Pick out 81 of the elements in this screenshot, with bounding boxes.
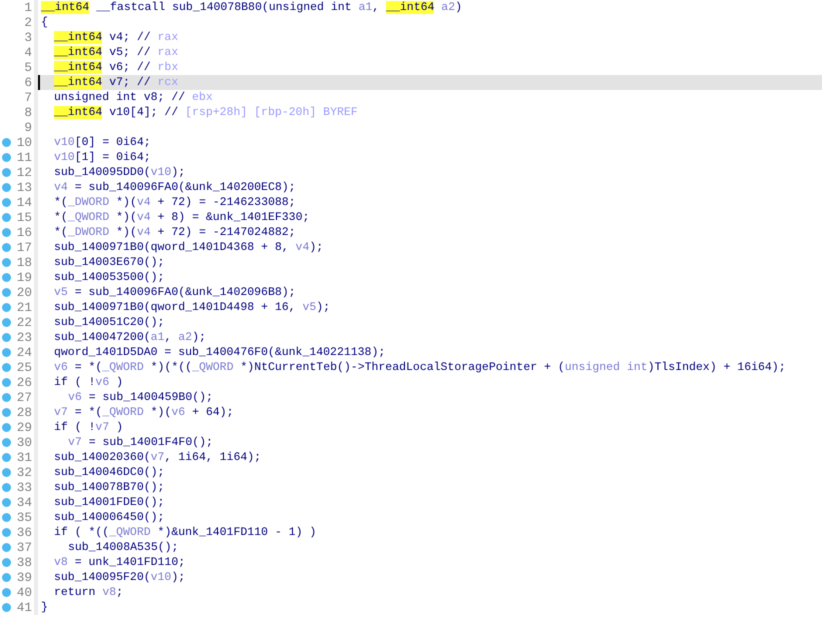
code-line: sub_140095DD0(v10); bbox=[54, 165, 186, 180]
line-number: 9 bbox=[23, 120, 33, 135]
code-line: sub_140078B70(); bbox=[54, 480, 164, 495]
line-number: 16 bbox=[16, 225, 33, 240]
code-line: sub_140053500(); bbox=[54, 270, 164, 285]
line-number: 6 bbox=[23, 75, 33, 90]
code-line: v7 = sub_14001F4F0(); bbox=[68, 435, 213, 450]
code-line: sub_14008A535(); bbox=[68, 540, 178, 555]
line-number: 31 bbox=[16, 450, 33, 465]
code-line: sub_140047200(a1, a2); bbox=[54, 330, 206, 345]
code-line: __int64 v6; // rbx bbox=[54, 60, 178, 75]
line-number: 41 bbox=[16, 600, 33, 615]
code-line: } bbox=[41, 600, 48, 615]
code-line: __int64 v5; // rax bbox=[54, 45, 178, 60]
line-number: 36 bbox=[16, 525, 33, 540]
code-line: return v8; bbox=[54, 585, 124, 600]
line-number: 5 bbox=[23, 60, 33, 75]
code-line: if ( *((_QWORD *)&unk_1401FD110 - 1) ) bbox=[54, 525, 316, 540]
line-number: 34 bbox=[16, 495, 33, 510]
line-number: 11 bbox=[16, 150, 33, 165]
code-line: sub_1400971B0(qword_1401D4368 + 8, v4); bbox=[54, 240, 324, 255]
line-number: 17 bbox=[16, 240, 33, 255]
line-number: 32 bbox=[16, 465, 33, 480]
line-number: 30 bbox=[16, 435, 33, 450]
code-line: if ( !v7 ) bbox=[54, 420, 124, 435]
line-number: 1 bbox=[23, 0, 33, 15]
line-number: 22 bbox=[16, 315, 33, 330]
line-number: 37 bbox=[16, 540, 33, 555]
code-line: sub_140006450(); bbox=[54, 510, 164, 525]
line-number: 26 bbox=[16, 375, 33, 390]
code-line: v7 = *(_QWORD *)(v6 + 64); bbox=[54, 405, 234, 420]
line-number: 23 bbox=[16, 330, 33, 345]
line-number: 15 bbox=[16, 210, 33, 225]
code-line: *(_DWORD *)(v4 + 72) = -2146233088; bbox=[54, 195, 296, 210]
code-line: v6 = *(_QWORD *)(*((_QWORD *)NtCurrentTeb()->ThreadLocalStoragePointer + (unsigned int)TlsIndex) + 16i64); bbox=[54, 360, 786, 375]
line-number: 25 bbox=[16, 360, 33, 375]
code-line: *(_QWORD *)(v4 + 8) = &unk_1401EF330; bbox=[54, 210, 310, 225]
code-line: v10[0] = 0i64; bbox=[54, 135, 151, 150]
code-line: v10[1] = 0i64; bbox=[54, 150, 151, 165]
code-line: sub_140051C20(); bbox=[54, 315, 164, 330]
line-number: 14 bbox=[16, 195, 33, 210]
line-number: 38 bbox=[16, 555, 33, 570]
line-number: 7 bbox=[23, 90, 33, 105]
code-line: __int64 v7; // rcx bbox=[54, 75, 178, 90]
code-line: *(_DWORD *)(v4 + 72) = -2147024882; bbox=[54, 225, 296, 240]
code-line: sub_1400971B0(qword_1401D4498 + 16, v5); bbox=[54, 300, 330, 315]
line-number: 19 bbox=[16, 270, 33, 285]
code-line: sub_140095F20(v10); bbox=[54, 570, 186, 585]
code-line: v8 = unk_1401FD110; bbox=[54, 555, 186, 570]
code-line: v6 = sub_1400459B0(); bbox=[68, 390, 213, 405]
code-line: sub_140020360(v7, 1i64, 1i64); bbox=[54, 450, 262, 465]
code-line: unsigned int v8; // ebx bbox=[54, 90, 213, 105]
line-number: 29 bbox=[16, 420, 33, 435]
line-number: 10 bbox=[16, 135, 33, 150]
code-line: v4 = sub_140096FA0(&unk_140200EC8); bbox=[54, 180, 296, 195]
line-number: 8 bbox=[23, 105, 33, 120]
code-line: sub_140046DC0(); bbox=[54, 465, 164, 480]
code-line: sub_14001FDE0(); bbox=[54, 495, 164, 510]
code-line: { bbox=[41, 15, 48, 30]
code-line: if ( !v6 ) bbox=[54, 375, 124, 390]
code-line: sub_14003E670(); bbox=[54, 255, 164, 270]
line-number: 20 bbox=[16, 285, 33, 300]
line-number: 40 bbox=[16, 585, 33, 600]
line-number: 2 bbox=[23, 15, 33, 30]
line-number: 3 bbox=[23, 30, 33, 45]
code-line: __int64 v4; // rax bbox=[54, 30, 178, 45]
line-number: 27 bbox=[16, 390, 33, 405]
line-number: 24 bbox=[16, 345, 33, 360]
line-number: 21 bbox=[16, 300, 33, 315]
line-number: 33 bbox=[16, 480, 33, 495]
code-line: __int64 v10[4]; // [rsp+28h] [rbp-20h] BYREF bbox=[54, 105, 358, 120]
line-number: 28 bbox=[16, 405, 33, 420]
line-number: 4 bbox=[23, 45, 33, 60]
line-number: 35 bbox=[16, 510, 33, 525]
line-number: 12 bbox=[16, 165, 33, 180]
code-line: __int64 __fastcall sub_140078B80(unsigned int a1, __int64 a2) bbox=[41, 0, 462, 15]
code-line: v5 = sub_140096FA0(&unk_1402096B8); bbox=[54, 285, 296, 300]
line-number: 39 bbox=[16, 570, 33, 585]
line-number: 13 bbox=[16, 180, 33, 195]
line-number: 18 bbox=[16, 255, 33, 270]
code-line: qword_1401D5DA0 = sub_1400476F0(&unk_140221138); bbox=[54, 345, 386, 360]
